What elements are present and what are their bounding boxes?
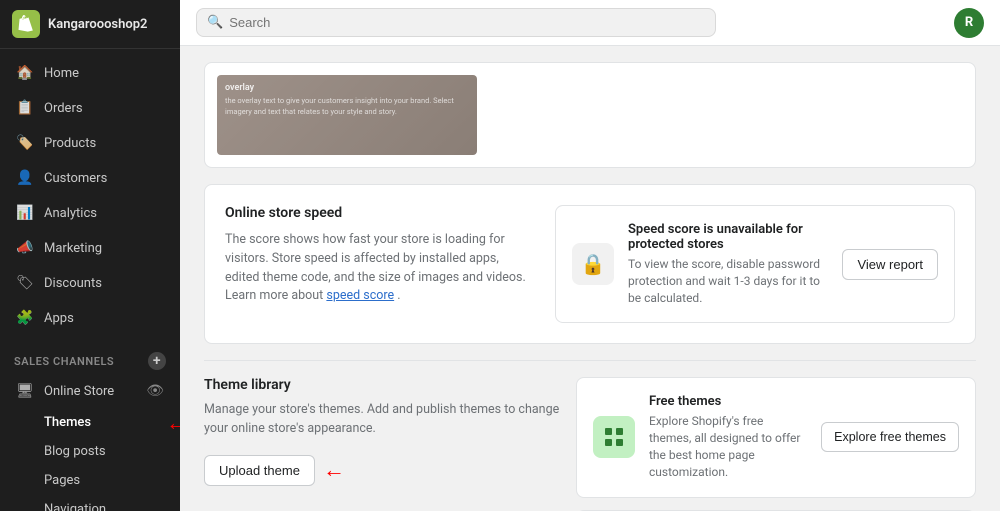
orders-icon: 📋: [16, 99, 34, 117]
sidebar-item-online-store[interactable]: 🖥 Online Store 👁: [4, 375, 176, 407]
topbar: 🔍 R: [180, 0, 1000, 46]
speed-score-link[interactable]: speed score: [326, 288, 394, 303]
sidebar-item-customers-label: Customers: [44, 171, 107, 186]
upload-arrow-indicator: ←: [323, 457, 345, 483]
sidebar-item-analytics[interactable]: 📊 Analytics: [4, 196, 176, 230]
sidebar-item-navigation-label: Navigation: [44, 502, 106, 511]
theme-library-description: Manage your store's themes. Add and publ…: [204, 401, 560, 439]
sidebar-item-home-label: Home: [44, 66, 79, 81]
free-themes-title: Free themes: [649, 394, 807, 409]
search-icon: 🔍: [207, 15, 223, 30]
sidebar-item-orders-label: Orders: [44, 101, 83, 116]
avatar: R: [954, 8, 984, 38]
content-area: overlay the overlay text to give your cu…: [180, 46, 1000, 511]
analytics-icon: 📊: [16, 204, 34, 222]
shop-name: Kangaroooshop2: [48, 17, 147, 32]
speed-description: The score shows how fast your store is l…: [225, 231, 535, 306]
theme-cards: Free themes Explore Shopify's free theme…: [576, 377, 976, 511]
add-sales-channel-button[interactable]: +: [148, 352, 166, 370]
free-themes-card: Free themes Explore Shopify's free theme…: [576, 377, 976, 497]
sidebar-item-discounts-label: Discounts: [44, 276, 102, 291]
themes-arrow-indicator: ←: [166, 410, 180, 436]
sidebar-item-themes-label: Themes: [44, 415, 91, 430]
speed-card: 🔒 Speed score is unavailable for protect…: [555, 205, 955, 323]
theme-library-section: Theme library Manage your store's themes…: [204, 377, 976, 511]
customers-icon: 👤: [16, 169, 34, 187]
sidebar-item-pages-label: Pages: [44, 473, 80, 488]
sidebar-item-apps-label: Apps: [44, 311, 74, 326]
upload-theme-button[interactable]: Upload theme: [204, 455, 315, 486]
speed-section: Online store speed The score shows how f…: [204, 184, 976, 344]
sidebar-header: Kangaroooshop2: [0, 0, 180, 49]
overlay-title: overlay: [225, 83, 469, 93]
products-icon: 🏷️: [16, 134, 34, 152]
sidebar-item-marketing-label: Marketing: [44, 241, 102, 256]
sidebar-item-blog-posts[interactable]: Blog posts: [4, 438, 176, 465]
sidebar-item-themes[interactable]: Themes: [4, 409, 103, 436]
explore-free-themes-button[interactable]: Explore free themes: [821, 422, 959, 452]
theme-library-title: Theme library: [204, 377, 560, 393]
sidebar-item-home[interactable]: 🏠 Home: [4, 56, 176, 90]
sidebar-item-blog-posts-label: Blog posts: [44, 444, 106, 459]
discounts-icon: 🏷: [16, 274, 34, 292]
sidebar-item-analytics-label: Analytics: [44, 206, 97, 221]
sidebar-item-customers[interactable]: 👤 Customers: [4, 161, 176, 195]
sidebar-item-pages[interactable]: Pages: [4, 467, 176, 494]
online-store-label: Online Store: [44, 384, 114, 399]
shopify-logo-icon: [12, 10, 40, 38]
lock-icon: 🔒: [572, 243, 614, 285]
theme-preview-section: overlay the overlay text to give your cu…: [204, 62, 976, 168]
sidebar-item-navigation[interactable]: Navigation: [4, 496, 176, 511]
speed-title: Online store speed: [225, 205, 535, 221]
search-bar[interactable]: 🔍: [196, 8, 716, 37]
free-themes-desc: Explore Shopify's free themes, all desig…: [649, 413, 807, 480]
free-themes-icon: [593, 416, 635, 458]
sidebar-item-products[interactable]: 🏷️ Products: [4, 126, 176, 160]
online-store-icon: 🖥: [16, 382, 34, 400]
home-icon: 🏠: [16, 64, 34, 82]
speed-card-desc: To view the score, disable password prot…: [628, 256, 828, 306]
sidebar-item-discounts[interactable]: 🏷 Discounts: [4, 266, 176, 300]
sidebar-item-orders[interactable]: 📋 Orders: [4, 91, 176, 125]
marketing-icon: 📣: [16, 239, 34, 257]
sidebar: Kangaroooshop2 🏠 Home 📋 Orders 🏷️ Produc…: [0, 0, 180, 511]
eye-icon: 👁: [146, 383, 164, 399]
section-divider: [204, 360, 976, 361]
theme-preview-overlay: overlay the overlay text to give your cu…: [217, 75, 477, 155]
apps-icon: 🧩: [16, 309, 34, 327]
search-input[interactable]: [229, 15, 705, 30]
view-report-button[interactable]: View report: [842, 249, 938, 280]
overlay-description: the overlay text to give your customers …: [225, 96, 469, 117]
speed-card-title: Speed score is unavailable for protected…: [628, 222, 828, 252]
sidebar-item-apps[interactable]: 🧩 Apps: [4, 301, 176, 335]
sidebar-item-marketing[interactable]: 📣 Marketing: [4, 231, 176, 265]
main-area: 🔍 R overlay the overlay text to give you…: [180, 0, 1000, 511]
sidebar-item-products-label: Products: [44, 136, 96, 151]
sales-channels-header: SALES CHANNELS +: [0, 342, 180, 374]
